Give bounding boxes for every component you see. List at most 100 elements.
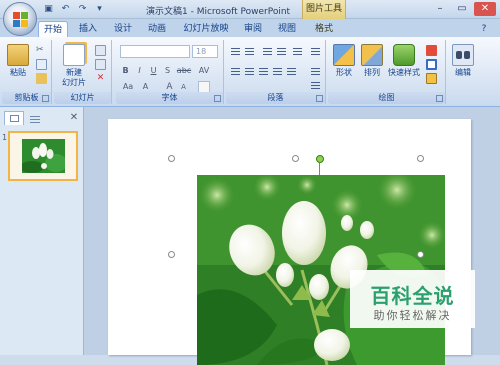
save-icon[interactable]: ▣ [42, 3, 55, 16]
tab-home[interactable]: 开始 [38, 21, 68, 37]
shapes-button[interactable]: 形状 [330, 44, 358, 78]
paste-label: 粘贴 [10, 68, 26, 77]
text-direction-icon[interactable] [310, 46, 321, 57]
slides-group: 新建 幻灯片 ✕ 幻灯片 [54, 40, 112, 104]
smartart-icon[interactable] [310, 80, 321, 91]
slides-tab[interactable] [4, 111, 24, 125]
watermark-logo: 百科全说 助你轻松解决 [350, 270, 475, 328]
new-slide-icon [63, 44, 85, 66]
shape-fill-icon[interactable] [426, 45, 437, 56]
arrange-button[interactable]: 排列 [358, 44, 386, 78]
char-spacing-button[interactable]: AV [196, 65, 212, 77]
new-slide-button[interactable]: 新建 幻灯片 [57, 44, 91, 88]
font-group-label: 字体 [116, 92, 223, 104]
binoculars-icon [452, 44, 474, 66]
paste-button[interactable]: 粘贴 [5, 44, 31, 78]
new-slide-label: 新建 [66, 68, 82, 77]
tab-animation[interactable]: 动画 [144, 21, 170, 37]
decrease-indent-icon[interactable] [262, 46, 273, 57]
cut-icon[interactable]: ✂ [36, 45, 47, 56]
new-slide-label-2: 幻灯片 [62, 78, 86, 87]
office-button[interactable] [3, 2, 37, 36]
delete-slide-icon[interactable]: ✕ [95, 73, 106, 84]
customize-icon[interactable]: ▾ [93, 3, 106, 16]
tab-format[interactable]: 格式 [310, 21, 338, 37]
tab-view[interactable]: 视图 [274, 21, 300, 37]
rotation-connector [319, 163, 320, 175]
arrange-icon [361, 44, 383, 66]
paragraph-group-label: 段落 [226, 92, 325, 104]
tab-insert[interactable]: 插入 [75, 21, 101, 37]
title-bar: ▣ ↶ ↷ ▾ 演示文稿1 - Microsoft PowerPoint 图片工… [0, 0, 500, 19]
close-icon[interactable]: ✕ [474, 2, 496, 16]
align-center-icon[interactable] [244, 66, 255, 77]
increase-indent-icon[interactable] [276, 46, 287, 57]
layout-icon[interactable] [95, 45, 106, 56]
reset-icon[interactable] [95, 59, 106, 70]
line-spacing-icon[interactable] [292, 46, 303, 57]
slide-thumbnail-image [22, 139, 65, 173]
align-left-icon[interactable] [230, 66, 241, 77]
office-logo-icon [13, 12, 29, 28]
redo-icon[interactable]: ↷ [76, 3, 89, 16]
watermark-subtitle: 助你轻松解决 [373, 309, 452, 322]
help-icon[interactable]: ? [476, 21, 492, 37]
quick-styles-label: 快速样式 [388, 68, 420, 77]
format-painter-icon[interactable] [36, 73, 47, 84]
bullets-icon[interactable] [230, 46, 241, 57]
paragraph-group: 段落 [226, 40, 326, 104]
ribbon-tabs: 开始 插入 设计 动画 幻灯片放映 审阅 视图 格式 ? [0, 19, 500, 37]
align-text-icon[interactable] [310, 66, 321, 77]
paragraph-dialog-launcher[interactable] [316, 95, 323, 102]
clipboard-group: 粘贴 ✂ 剪贴板 [2, 40, 52, 104]
slides-pane: ✕ 1 [0, 107, 84, 355]
clipboard-dialog-launcher[interactable] [42, 95, 49, 102]
editing-group: 编辑 [448, 40, 478, 104]
ribbon: 粘贴 ✂ 剪贴板 新建 幻灯片 ✕ 幻灯片 18 B I U S abc AV … [0, 37, 500, 107]
slide-thumbnail[interactable] [8, 131, 78, 181]
drawing-dialog-launcher[interactable] [436, 95, 443, 102]
resize-handle-right[interactable] [417, 251, 424, 258]
italic-button[interactable]: I [134, 65, 145, 77]
drawing-group-label: 绘图 [328, 92, 445, 104]
strikethrough-button[interactable]: abc [176, 65, 192, 77]
quick-access-toolbar: ▣ ↶ ↷ ▾ [42, 3, 106, 16]
tab-slideshow[interactable]: 幻灯片放映 [180, 21, 232, 37]
minimize-icon[interactable]: – [430, 2, 450, 16]
quick-styles-button[interactable]: 快速样式 [386, 44, 422, 78]
resize-handle-top-left[interactable] [168, 155, 175, 162]
columns-icon[interactable] [286, 66, 297, 77]
resize-handle-top-right[interactable] [417, 155, 424, 162]
quick-styles-icon [393, 44, 415, 66]
resize-handle-top[interactable] [292, 155, 299, 162]
shapes-label: 形状 [336, 68, 352, 77]
underline-button[interactable]: U [148, 65, 159, 77]
shape-outline-icon[interactable] [426, 59, 437, 70]
slides-tab-icon [10, 115, 19, 122]
slide-number: 1 [2, 133, 8, 142]
shadow-button[interactable]: S [162, 65, 173, 77]
window-title: 演示文稿1 - Microsoft PowerPoint [146, 7, 291, 17]
outline-tab-icon[interactable] [28, 114, 42, 124]
bold-button[interactable]: B [120, 65, 131, 77]
align-right-icon[interactable] [258, 66, 269, 77]
maximize-icon[interactable]: ▭ [452, 2, 472, 16]
shape-effects-icon[interactable] [426, 73, 437, 84]
resize-handle-left[interactable] [168, 251, 175, 258]
numbering-icon[interactable] [244, 46, 255, 57]
tab-review[interactable]: 审阅 [240, 21, 266, 37]
rotation-handle[interactable] [316, 155, 324, 163]
arrange-label: 排列 [364, 68, 380, 77]
undo-icon[interactable]: ↶ [59, 3, 72, 16]
copy-icon[interactable] [36, 59, 47, 70]
close-pane-icon[interactable]: ✕ [68, 111, 80, 125]
font-size-field[interactable]: 18 [192, 45, 218, 58]
drawing-group: 形状 排列 快速样式 绘图 [328, 40, 446, 104]
pane-tabs: ✕ [4, 111, 82, 125]
justify-icon[interactable] [272, 66, 283, 77]
editing-button[interactable]: 编辑 [449, 44, 477, 78]
font-dialog-launcher[interactable] [214, 95, 221, 102]
font-name-field[interactable] [120, 45, 190, 58]
tab-design[interactable]: 设计 [110, 21, 136, 37]
font-group: 18 B I U S abc AV Aa A A A 字体 [116, 40, 224, 104]
